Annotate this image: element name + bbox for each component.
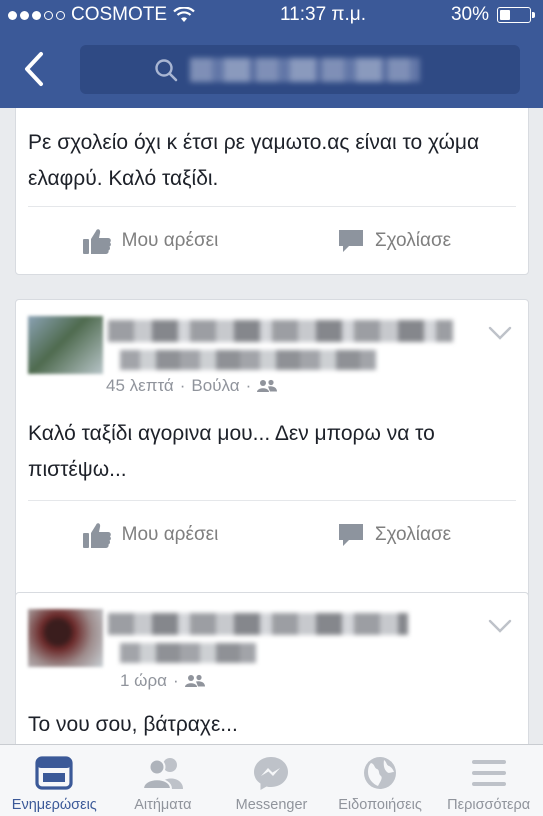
friends-audience-icon xyxy=(257,379,278,392)
tab-notifications[interactable]: Ειδοποιήσεις xyxy=(326,745,435,816)
comment-button[interactable]: Σχολίασε xyxy=(272,207,516,274)
post-time[interactable]: 45 λεπτά xyxy=(106,376,174,396)
post-text: Το νου σου, βάτραχε... xyxy=(28,713,238,736)
chevron-left-icon xyxy=(25,52,43,86)
menu-icon xyxy=(471,760,506,786)
news-feed[interactable]: Ρε σχολείο όχι κ έτσι ρε γαμωτο.ας είναι… xyxy=(0,108,543,744)
navigation-bar xyxy=(0,30,543,108)
chevron-down-icon[interactable] xyxy=(488,619,512,633)
tab-more[interactable]: Περισσότερα xyxy=(434,745,543,816)
status-bar: COSMOTE 11:37 π.μ. 30% xyxy=(0,0,543,30)
thumbs-up-icon xyxy=(82,228,111,254)
carrier-name: COSMOTE xyxy=(71,4,168,25)
like-button[interactable]: Μου αρέσει xyxy=(28,207,272,274)
tab-messenger[interactable]: Messenger xyxy=(217,745,326,816)
avatar[interactable] xyxy=(28,609,103,667)
post-time[interactable]: 1 ώρα xyxy=(120,671,167,691)
comment-label: Σχολίασε xyxy=(374,523,452,545)
messenger-icon xyxy=(254,757,289,790)
redacted-author-detail xyxy=(120,643,256,663)
back-button[interactable] xyxy=(14,44,54,94)
redacted-author-name[interactable] xyxy=(108,613,408,635)
post-header: 1 ώρα · xyxy=(16,593,528,713)
redacted-author-detail xyxy=(120,350,376,370)
tab-label: Ειδοποιήσεις xyxy=(338,797,422,813)
tab-label: Αιτήματα xyxy=(134,797,192,813)
comment-icon xyxy=(338,523,363,546)
post-card: 1 ώρα · Το νου σου, βάτραχε... xyxy=(15,592,529,744)
avatar[interactable] xyxy=(28,316,103,374)
comment-label: Σχολίασε xyxy=(374,229,452,251)
redacted-author-name[interactable] xyxy=(108,320,453,342)
signal-strength-icon xyxy=(8,10,65,20)
battery-percent: 30% xyxy=(450,4,489,25)
globe-icon xyxy=(364,757,397,789)
chevron-down-icon[interactable] xyxy=(488,326,512,340)
post-card: Ρε σχολείο όχι κ έτσι ρε γαμωτο.ας είναι… xyxy=(15,108,529,275)
news-feed-icon xyxy=(35,756,73,790)
post-text: Ρε σχολείο όχι κ έτσι ρε γαμωτο.ας είναι… xyxy=(28,131,480,190)
post-location[interactable]: Βούλα xyxy=(191,376,239,396)
wifi-icon xyxy=(173,7,195,22)
tab-label: Ενημερώσεις xyxy=(11,797,97,813)
tab-friend-requests[interactable]: Αιτήματα xyxy=(109,745,218,816)
tab-label: Messenger xyxy=(235,797,308,813)
search-input[interactable] xyxy=(80,45,520,94)
app-header: COSMOTE 11:37 π.μ. 30% xyxy=(0,0,543,108)
friends-audience-icon xyxy=(184,674,205,687)
post-meta: 45 λεπτά · Βούλα · xyxy=(106,376,278,396)
friend-requests-icon xyxy=(141,758,183,790)
tab-news-feed[interactable]: Ενημερώσεις xyxy=(0,745,109,816)
battery-icon xyxy=(497,7,535,23)
clock: 11:37 π.μ. xyxy=(280,4,367,25)
like-label: Μου αρέσει xyxy=(121,523,219,545)
search-icon xyxy=(155,59,178,82)
comment-icon xyxy=(338,229,363,252)
meta-separator: · xyxy=(172,671,179,690)
post-actions: Μου αρέσει Σχολίασε xyxy=(28,500,516,568)
meta-separator: · xyxy=(245,376,252,395)
post-header: 45 λεπτά · Βούλα · xyxy=(16,300,528,420)
status-right: 30% xyxy=(450,4,535,26)
battery-level xyxy=(500,10,510,20)
comment-button[interactable]: Σχολίασε xyxy=(272,501,516,568)
redacted-search-text xyxy=(190,57,420,82)
post-text: Καλό ταξίδι αγορινα μου... Δεν μπορω να … xyxy=(28,422,435,481)
post-actions: Μου αρέσει Σχολίασε xyxy=(28,206,516,274)
tab-label: Περισσότερα xyxy=(447,797,531,813)
post-meta: 1 ώρα · xyxy=(120,671,205,691)
like-button[interactable]: Μου αρέσει xyxy=(28,501,272,568)
thumbs-up-icon xyxy=(82,522,111,548)
like-label: Μου αρέσει xyxy=(121,229,219,251)
status-left: COSMOTE xyxy=(8,4,195,26)
tab-bar: Ενημερώσεις Αιτήματα Messenger Ειδοποιήσ… xyxy=(0,744,543,816)
meta-separator: · xyxy=(179,376,186,395)
